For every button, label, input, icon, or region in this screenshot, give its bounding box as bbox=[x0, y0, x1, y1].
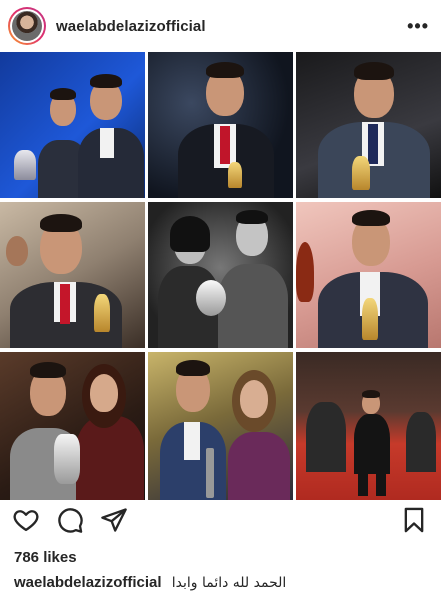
post-image-collage[interactable] bbox=[0, 52, 441, 500]
collage-photo-4 bbox=[0, 202, 145, 348]
avatar[interactable] bbox=[8, 7, 46, 45]
caption-username[interactable]: waelabdelazizofficial bbox=[14, 574, 162, 591]
avatar-image bbox=[12, 11, 42, 41]
send-icon[interactable] bbox=[100, 506, 128, 534]
collage-photo-2 bbox=[148, 52, 293, 198]
collage-photo-1 bbox=[0, 52, 145, 198]
heart-icon[interactable] bbox=[12, 506, 40, 534]
collage-photo-8 bbox=[148, 352, 293, 500]
collage-photo-7 bbox=[0, 352, 145, 500]
caption: waelabdelazizofficial الحمد لله دائما وا… bbox=[14, 574, 286, 591]
collage-photo-3 bbox=[296, 52, 441, 198]
more-options-icon[interactable]: ••• bbox=[407, 17, 429, 35]
action-bar bbox=[0, 506, 441, 540]
collage-photo-9 bbox=[296, 352, 441, 500]
post-header: waelabdelazizofficial ••• bbox=[0, 0, 441, 52]
caption-text: الحمد لله دائما وابدا bbox=[171, 575, 287, 591]
bookmark-icon[interactable] bbox=[400, 506, 428, 534]
likes-count[interactable]: 786 likes bbox=[14, 549, 77, 566]
collage-photo-5 bbox=[148, 202, 293, 348]
username-link[interactable]: waelabdelazizofficial bbox=[56, 18, 206, 35]
comment-icon[interactable] bbox=[56, 506, 84, 534]
collage-photo-6 bbox=[296, 202, 441, 348]
